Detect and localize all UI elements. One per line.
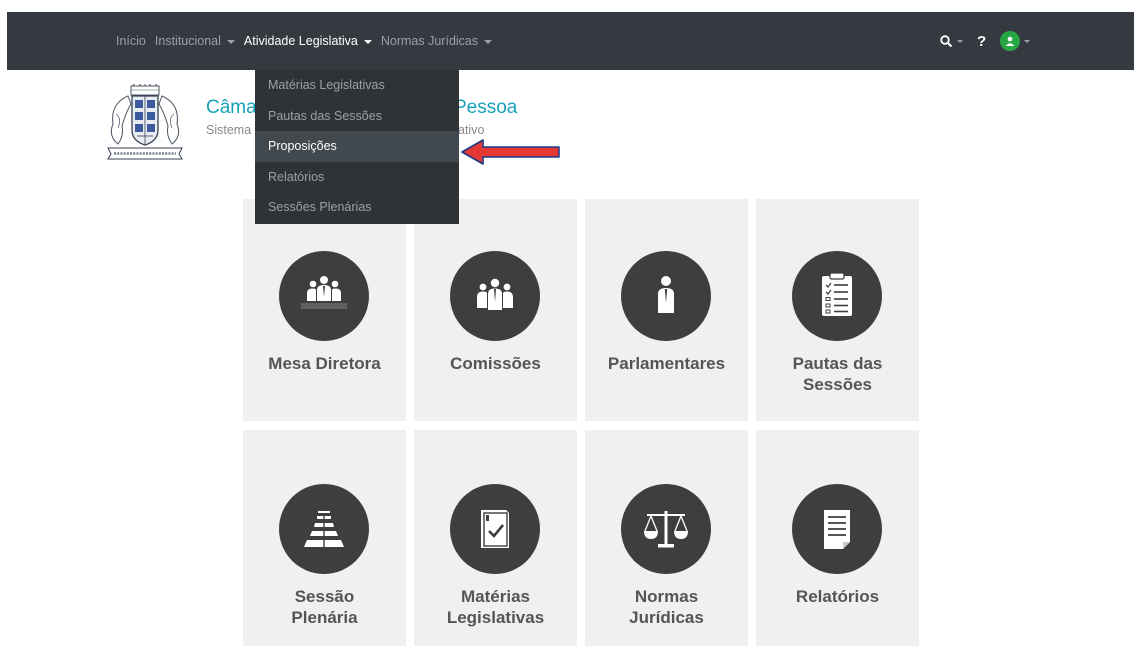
coat-of-arms-logo[interactable] bbox=[104, 84, 186, 160]
sessao-plenaria-icon bbox=[304, 511, 344, 548]
site-subtitle: Sistema bbox=[206, 123, 252, 137]
tile-relatorios[interactable]: Relatórios bbox=[756, 430, 919, 646]
tile-normas-juridicas[interactable]: Normas Jurídicas bbox=[585, 430, 748, 646]
top-strip bbox=[0, 0, 1134, 12]
tile-parlamentares[interactable]: Parlamentares bbox=[585, 199, 748, 421]
site-subtitle-continued: ativo bbox=[458, 123, 485, 137]
tile-label: Normas Jurídicas bbox=[629, 587, 704, 627]
red-arrow-annotation bbox=[461, 139, 560, 165]
tile-sessao-plenaria[interactable]: Sessão Plenária bbox=[243, 430, 406, 646]
dropdown-item-proposicoes[interactable]: Proposições bbox=[255, 131, 459, 162]
nav-item-label: Institucional bbox=[154, 34, 221, 48]
mesa-diretora-icon bbox=[301, 276, 347, 309]
tile-label: Sessão Plenária bbox=[291, 587, 358, 627]
dropdown-item-pautas-das-sessoes[interactable]: Pautas das Sessões bbox=[255, 101, 459, 132]
search-icon bbox=[940, 34, 953, 47]
tile-mesa-diretora[interactable]: Mesa Diretora bbox=[243, 199, 406, 421]
tile-comissoes[interactable]: Comissões bbox=[414, 199, 577, 421]
nav-item-inicio[interactable]: Início bbox=[116, 34, 146, 48]
user-icon bbox=[1005, 36, 1015, 46]
page: Início Institucional Atividade Legislati… bbox=[0, 0, 1134, 646]
tile-icon-circle bbox=[792, 251, 882, 341]
tile-icon-circle bbox=[621, 484, 711, 574]
tile-icon-circle bbox=[279, 251, 369, 341]
tile-icon-circle bbox=[450, 251, 540, 341]
tile-label: Comissões bbox=[450, 354, 541, 373]
site-title[interactable]: Câma bbox=[206, 97, 257, 119]
caret-down-icon bbox=[1024, 40, 1031, 43]
nav-item-normas-juridicas[interactable]: Normas Jurídicas bbox=[380, 34, 493, 48]
tile-icon-circle bbox=[450, 484, 540, 574]
avatar bbox=[1000, 31, 1021, 51]
caret-down-icon bbox=[226, 39, 235, 44]
help-button[interactable]: ? bbox=[977, 33, 986, 50]
tile-icon-circle bbox=[279, 484, 369, 574]
dropdown-item-sessoes-plenarias[interactable]: Sessões Plenárias bbox=[255, 192, 459, 223]
tile-label: Pautas das Sessões bbox=[792, 354, 883, 394]
nav-item-label: Início bbox=[116, 34, 146, 48]
nav-item-atividade-legislativa[interactable]: Atividade Legislativa bbox=[244, 34, 372, 48]
tile-label: Parlamentares bbox=[607, 354, 726, 373]
nav-item-label: Atividade Legislativa bbox=[243, 34, 358, 48]
site-title-continued[interactable]: Pessoa bbox=[454, 97, 517, 119]
relatorio-document-icon bbox=[824, 510, 850, 549]
caret-down-icon bbox=[484, 39, 493, 44]
user-menu-button[interactable] bbox=[1000, 31, 1031, 51]
nav-right: ? bbox=[940, 12, 1031, 70]
tile-label: Relatórios bbox=[795, 587, 880, 606]
nav-item-label: Normas Jurídicas bbox=[380, 34, 479, 48]
atividade-legislativa-dropdown: Matérias Legislativas Pautas das Sessões… bbox=[255, 70, 459, 224]
tile-pautas-das-sessoes[interactable]: Pautas das Sessões bbox=[756, 199, 919, 421]
caret-down-icon bbox=[957, 40, 963, 43]
tile-icon-circle bbox=[621, 251, 711, 341]
parlamentares-icon bbox=[658, 276, 674, 313]
tile-label: Matérias Legislativas bbox=[446, 587, 545, 627]
pautas-clipboard-icon bbox=[822, 272, 852, 316]
nav-item-institucional[interactable]: Institucional bbox=[155, 34, 235, 48]
navbar: Início Institucional Atividade Legislati… bbox=[7, 12, 1134, 70]
tile-icon-circle bbox=[792, 484, 882, 574]
tile-label: Mesa Diretora bbox=[268, 354, 381, 373]
nav-menu: Início Institucional Atividade Legislati… bbox=[116, 12, 501, 70]
dropdown-item-relatorios[interactable]: Relatórios bbox=[255, 162, 459, 193]
materias-book-icon bbox=[481, 510, 509, 548]
dropdown-item-materias-legislativas[interactable]: Matérias Legislativas bbox=[255, 70, 459, 101]
scales-icon bbox=[644, 511, 688, 548]
comissoes-icon bbox=[477, 278, 513, 310]
caret-down-icon bbox=[363, 39, 372, 44]
tile-materias-legislativas[interactable]: Matérias Legislativas bbox=[414, 430, 577, 646]
search-button[interactable] bbox=[940, 34, 963, 48]
